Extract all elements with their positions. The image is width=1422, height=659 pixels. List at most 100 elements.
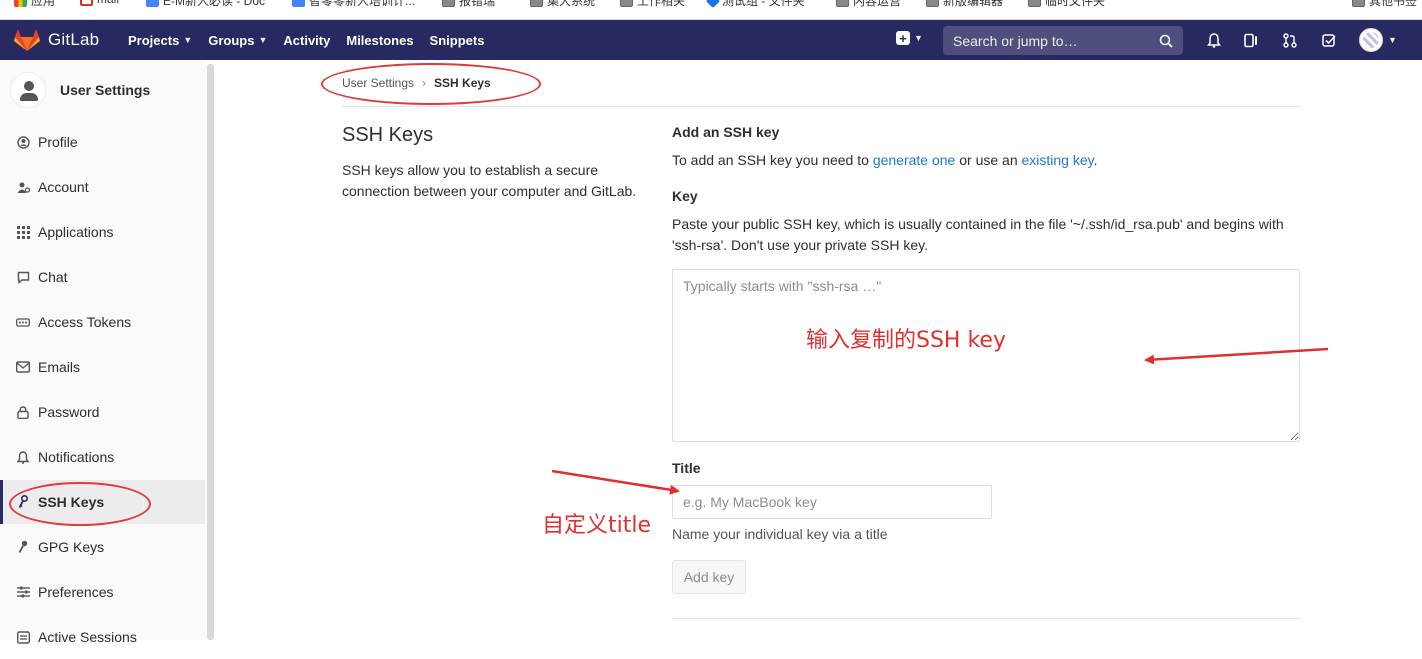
lock-icon [16,405,30,419]
bookmark-item[interactable]: 新版编辑器 [926,0,1003,9]
bookmark-item[interactable]: 智零零新人培训计... [292,0,415,9]
annotation-arrow-title [551,469,680,495]
bookmark-item[interactable]: 报错瑞 [442,0,495,9]
bookmark-item[interactable]: 工作相关 [620,0,685,9]
chat-icon [16,270,30,284]
annotation-key-note: 输入复制的SSH key [806,328,1006,353]
page-title: SSH Keys [342,124,434,146]
search-input[interactable]: Search or jump to… [943,26,1183,55]
breadcrumb: User Settings › SSH Keys [342,76,491,90]
breadcrumb-current: SSH Keys [434,76,491,90]
merge-request-icon[interactable] [1282,32,1298,48]
sidebar-scrollbar[interactable] [207,64,214,640]
bookmark-item[interactable]: E-M新人必读 - Doc [146,0,265,9]
todo-check-icon[interactable] [1321,32,1337,48]
key-icon [16,495,30,509]
user-avatar-menu[interactable] [1359,28,1383,52]
nav-groups[interactable]: Groups ▼ [208,33,267,48]
chevron-right-icon: › [422,76,427,90]
bookmark-item[interactable]: 其他书签 [1352,0,1417,9]
bookmark-item[interactable]: 集大系统 [530,0,595,9]
settings-sidebar: User Settings Profile Account Applicatio… [0,60,205,645]
sessions-icon [16,630,30,644]
folder-icon [442,0,455,7]
sidebar-title: User Settings [60,82,151,98]
form-intro: To add an SSH key you need to generate o… [672,152,1098,168]
folder-icon [620,0,633,7]
nav-snippets[interactable]: Snippets [430,33,485,48]
gitlab-tanuki-icon [14,29,40,51]
title-label: Title [672,460,701,476]
sidebar-item-emails[interactable]: Emails [0,345,205,389]
folder-icon [530,0,543,7]
sidebar-item-password[interactable]: Password [0,390,205,434]
profile-icon [16,135,30,149]
title-help-text: Name your individual key via a title [672,526,888,542]
drive-icon [705,0,721,8]
nav-activity[interactable]: Activity [283,33,330,48]
applications-icon [16,225,30,239]
sidebar-item-applications[interactable]: Applications [0,210,205,254]
apps-grid-icon [14,0,27,7]
todo-bell-icon[interactable] [1206,32,1222,48]
sliders-icon [16,585,30,599]
plus-icon: + [896,31,910,45]
generate-one-link[interactable]: generate one [873,152,956,168]
sidebar-item-ssh-keys[interactable]: SSH Keys [0,480,205,524]
folder-icon [1028,0,1041,7]
breadcrumb-parent-link[interactable]: User Settings [342,76,414,90]
ssh-key-textarea[interactable] [672,269,1300,442]
title-input[interactable] [672,485,992,519]
folder-icon [1352,0,1365,7]
issues-icon[interactable] [1243,32,1259,48]
sidebar-item-preferences[interactable]: Preferences [0,570,205,614]
sidebar-item-access-tokens[interactable]: Access Tokens [0,300,205,344]
gmail-icon [80,0,93,6]
bell-icon [16,450,30,464]
doc-icon [146,0,159,7]
sidebar-item-active-sessions[interactable]: Active Sessions [0,615,205,659]
bookmark-item[interactable]: 临时文件夹 [1028,0,1105,9]
search-placeholder: Search or jump to… [953,32,1078,49]
sidebar-item-chat[interactable]: Chat [0,255,205,299]
sidebar-item-account[interactable]: Account [0,165,205,209]
bookmarks-bar: 应用 mail E-M新人必读 - Doc 智零零新人培训计... 报错瑞 集大… [0,0,1422,20]
top-navbar: GitLab Projects ▼ Groups ▼ Activity Milest… [0,20,1422,60]
sidebar-item-gpg-keys[interactable]: GPG Keys [0,525,205,569]
nav-milestones[interactable]: Milestones [346,33,413,48]
annotation-title-note: 自定义title [542,513,652,538]
chevron-down-icon: ▼ [183,35,193,45]
bookmark-item[interactable]: 应用 [14,0,55,9]
sidebar-item-profile[interactable]: Profile [0,120,205,164]
brand-name: GitLab [48,30,100,49]
existing-key-link[interactable]: existing key [1022,152,1094,168]
user-avatar-icon [10,72,46,108]
bookmark-item[interactable]: 测试组 - 文件夹 [705,0,805,9]
key-icon [16,540,30,554]
chevron-down-icon: ▼ [914,33,923,43]
gitlab-logo[interactable]: GitLab [14,28,99,52]
bookmark-item[interactable]: mail [80,0,119,6]
add-key-button[interactable]: Add key [672,560,746,594]
bookmark-item[interactable]: 内容运营 [836,0,901,9]
token-icon [16,315,30,329]
folder-icon [836,0,849,7]
search-icon [1159,34,1173,48]
key-label: Key [672,188,698,204]
sidebar-item-notifications[interactable]: Notifications [0,435,205,479]
chevron-down-icon: ▼ [258,35,268,45]
doc-icon [292,0,305,7]
page-description: SSH keys allow you to establish a secure… [342,162,637,199]
sidebar-header[interactable]: User Settings [10,72,150,108]
form-heading: Add an SSH key [672,124,780,140]
account-icon [16,180,30,194]
folder-icon [926,0,939,7]
main-nav: Projects ▼ Groups ▼ Activity Milestones Sn… [128,20,500,60]
nav-projects[interactable]: Projects ▼ [128,33,192,48]
email-icon [16,360,30,374]
divider [342,106,1301,107]
divider [672,618,1301,619]
chevron-down-icon[interactable]: ▼ [1388,35,1397,45]
key-help-text: Paste your public SSH key, which is usua… [672,216,1284,253]
new-dropdown-button[interactable]: + ▼ [896,31,923,45]
